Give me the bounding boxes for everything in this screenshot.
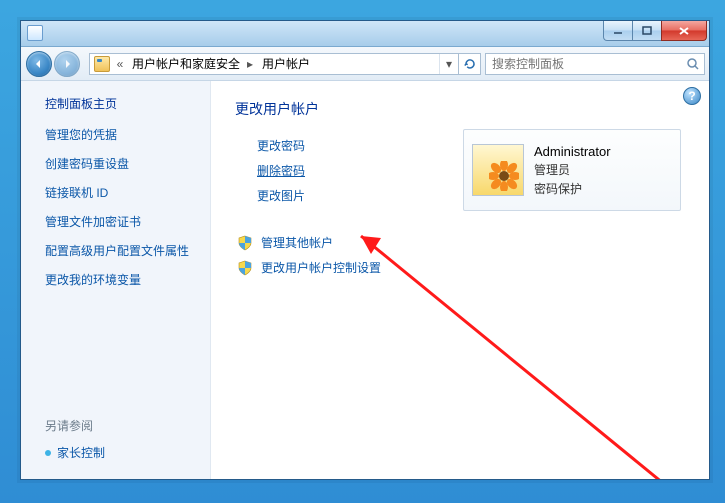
avatar	[472, 144, 524, 196]
sidebar-link-2[interactable]: 链接联机 ID	[45, 184, 210, 201]
content-area: 控制面板主页 管理您的凭据 创建密码重设盘 链接联机 ID 管理文件加密证书 配…	[21, 81, 709, 479]
account-name: Administrator	[534, 144, 611, 159]
see-also-item-0[interactable]: 家长控制	[45, 444, 210, 461]
control-panel-icon	[94, 56, 110, 72]
sidebar-link-4[interactable]: 配置高级用户配置文件属性	[45, 242, 210, 259]
help-button[interactable]: ?	[683, 87, 701, 105]
control-panel-window: « 用户帐户和家庭安全 ▸ 用户帐户 ▾ 控制面板主页 管理您的凭据 创建密码重…	[20, 20, 710, 480]
bullet-icon	[45, 450, 51, 456]
crumb-item-1[interactable]: 用户帐户	[256, 55, 314, 72]
minimize-button[interactable]	[603, 21, 633, 41]
see-also-label: 家长控制	[57, 444, 105, 461]
titlebar	[21, 21, 709, 47]
crumb-sep-prefix: «	[114, 57, 126, 71]
page-title: 更改用户帐户	[235, 99, 685, 119]
search-input[interactable]	[486, 57, 682, 71]
shielded-link-1[interactable]: 更改用户帐户控制设置	[237, 259, 685, 276]
sidebar: 控制面板主页 管理您的凭据 创建密码重设盘 链接联机 ID 管理文件加密证书 配…	[21, 81, 211, 479]
crumb-item-0[interactable]: 用户帐户和家庭安全	[126, 55, 244, 72]
search-icon[interactable]	[682, 57, 704, 71]
sidebar-home-link[interactable]: 控制面板主页	[45, 95, 210, 112]
sidebar-link-3[interactable]: 管理文件加密证书	[45, 213, 210, 230]
shield-icon	[237, 235, 253, 251]
back-button[interactable]	[26, 51, 52, 77]
account-role: 管理员	[534, 161, 611, 178]
shield-icon	[237, 260, 253, 276]
see-also-header: 另请参阅	[45, 417, 210, 434]
window-icon	[27, 25, 43, 41]
account-status: 密码保护	[534, 180, 611, 197]
shield-link-label-0: 管理其他帐户	[261, 234, 333, 251]
main-panel: ? 更改用户帐户 更改密码 删除密码 更改图片 管理其他帐户	[211, 81, 709, 479]
account-card: Administrator 管理员 密码保护	[463, 129, 681, 211]
breadcrumb[interactable]: « 用户帐户和家庭安全 ▸ 用户帐户 ▾	[89, 53, 481, 75]
sidebar-link-0[interactable]: 管理您的凭据	[45, 126, 210, 143]
forward-button[interactable]	[54, 51, 80, 77]
navbar: « 用户帐户和家庭安全 ▸ 用户帐户 ▾	[21, 47, 709, 81]
shield-link-label-1: 更改用户帐户控制设置	[261, 259, 381, 276]
sidebar-link-1[interactable]: 创建密码重设盘	[45, 155, 210, 172]
refresh-button[interactable]	[458, 54, 480, 74]
window-buttons	[604, 21, 707, 41]
search-box[interactable]	[485, 53, 705, 75]
breadcrumb-dropdown[interactable]: ▾	[439, 54, 458, 74]
sidebar-link-5[interactable]: 更改我的环境变量	[45, 271, 210, 288]
shielded-link-0[interactable]: 管理其他帐户	[237, 234, 685, 251]
close-button[interactable]	[661, 21, 707, 41]
chevron-right-icon: ▸	[244, 57, 256, 71]
maximize-button[interactable]	[632, 21, 662, 41]
